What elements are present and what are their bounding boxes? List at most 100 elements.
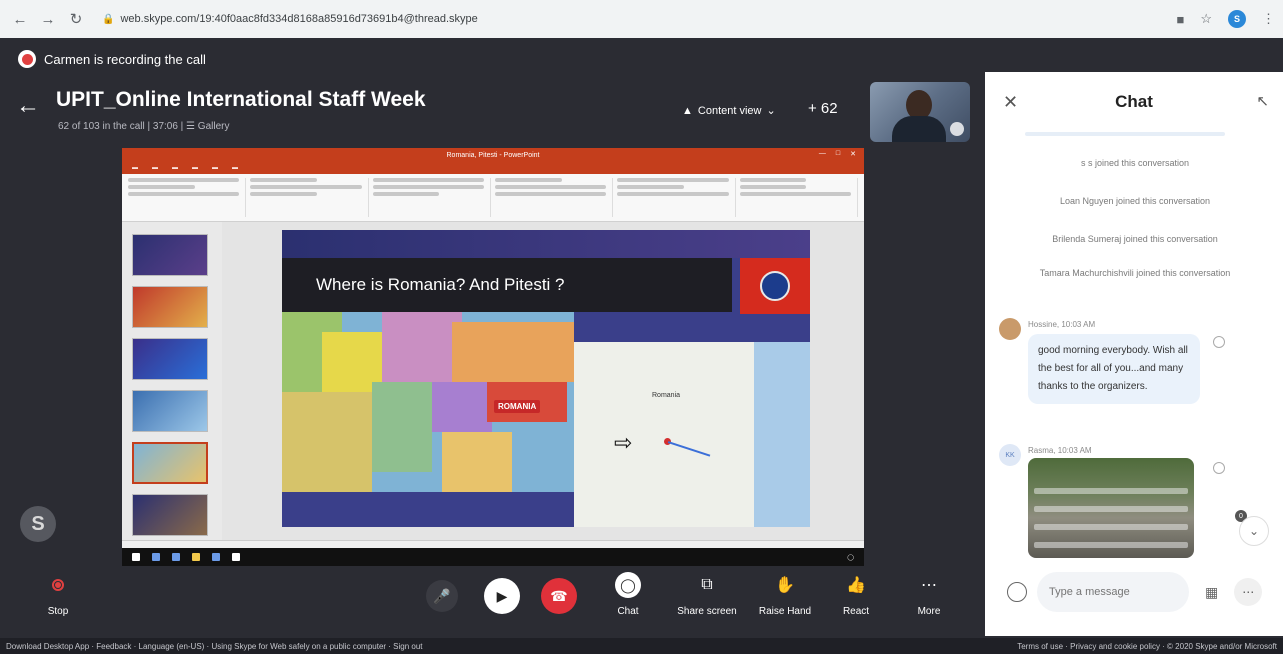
browser-menu-icon[interactable]: ⋮ bbox=[1262, 11, 1275, 27]
slide-thumbnail bbox=[132, 338, 208, 380]
windows-taskbar: ◯ bbox=[122, 548, 864, 566]
reload-icon[interactable]: ↻ bbox=[64, 7, 88, 31]
university-logo bbox=[740, 258, 810, 314]
slide-thumbnail bbox=[132, 286, 208, 328]
forward-icon[interactable]: → bbox=[36, 7, 60, 31]
video-camera-icon: ▶ bbox=[496, 587, 508, 604]
ppt-ribbon bbox=[122, 174, 864, 222]
emoji-icon[interactable] bbox=[1007, 582, 1027, 602]
thumbs-up-icon: 👍 bbox=[846, 577, 866, 594]
address-bar[interactable]: 🔒 web.skype.com/19:40f0aac8fd334d8168a85… bbox=[102, 13, 1176, 25]
window-controls: — □ ✕ bbox=[819, 150, 856, 158]
slide-thumbnail bbox=[132, 494, 208, 536]
message-input[interactable] bbox=[1037, 572, 1189, 612]
ribbon-tab: ▬ bbox=[232, 165, 238, 171]
slide-thumbnail-panel bbox=[122, 222, 222, 540]
call-title: UPIT_Online International Staff Week bbox=[56, 88, 426, 111]
add-reaction-icon[interactable] bbox=[1213, 336, 1225, 348]
taskbar-app-icon bbox=[152, 553, 160, 561]
taskbar-app-icon bbox=[232, 553, 240, 561]
ppt-titlebar: Romania, Pitesti - PowerPoint — □ ✕ bbox=[122, 148, 864, 162]
route-line bbox=[667, 435, 713, 457]
more-button[interactable]: ⋯ More bbox=[899, 570, 959, 617]
self-video-tile[interactable] bbox=[870, 82, 970, 142]
content-view-label: Content view bbox=[697, 104, 762, 117]
url-text[interactable]: web.skype.com/19:40f0aac8fd334d8168a8591… bbox=[120, 13, 477, 25]
skype-logo-icon: S bbox=[20, 506, 56, 542]
bookmark-star-icon[interactable]: ☆ bbox=[1200, 11, 1212, 27]
message-bubble[interactable]: good morning everybody. Wish all the bes… bbox=[1028, 334, 1200, 404]
message-sender: Hossine, 10:03 AM bbox=[1028, 320, 1096, 329]
ribbon-tab: ▬ bbox=[212, 165, 218, 171]
content-view-icon: ▲ bbox=[682, 104, 693, 117]
map-region bbox=[452, 322, 574, 382]
mute-microphone-button[interactable]: 🎤 bbox=[426, 580, 458, 612]
back-icon[interactable]: ← bbox=[8, 7, 32, 31]
close-window-icon: ✕ bbox=[850, 151, 856, 158]
raise-hand-button[interactable]: ✋ Raise Hand bbox=[755, 570, 815, 617]
taskbar-app-icon bbox=[212, 553, 220, 561]
footer-links-right[interactable]: Terms of use · Privacy and cookie policy… bbox=[1017, 642, 1277, 651]
system-message: Loan Nguyen joined this conversation bbox=[1059, 196, 1211, 206]
slide-canvas: Where is Romania? And Pitesti ? ROMANIA bbox=[222, 222, 864, 540]
expand-icon[interactable]: ↖ bbox=[1256, 92, 1269, 110]
ribbon-group bbox=[128, 178, 247, 217]
system-message: Tamara Machurchishvili joined this conve… bbox=[1039, 268, 1231, 278]
add-reaction-icon[interactable] bbox=[1213, 462, 1225, 474]
map-region bbox=[282, 392, 372, 492]
lock-icon: 🔒 bbox=[102, 13, 115, 25]
current-slide: Where is Romania? And Pitesti ? ROMANIA bbox=[282, 230, 810, 527]
chevron-down-icon: ⌄ bbox=[766, 105, 776, 117]
scroll-down-button[interactable]: ⌄ bbox=[1239, 516, 1269, 546]
content-view-button[interactable]: ▲ Content view ⌄ bbox=[682, 104, 776, 118]
media-gallery-icon[interactable]: ▦ bbox=[1205, 584, 1218, 601]
ribbon-tab: ▬ bbox=[152, 165, 158, 171]
footer-links-left[interactable]: Download Desktop App · Feedback · Langua… bbox=[6, 642, 423, 651]
camera-indicator-icon[interactable]: ■ bbox=[1176, 12, 1184, 27]
ribbon-group bbox=[372, 178, 491, 217]
react-label: React bbox=[842, 606, 870, 617]
slide-title: Where is Romania? And Pitesti ? bbox=[282, 258, 732, 312]
university-seal-icon bbox=[760, 271, 790, 301]
avatar[interactable]: KK bbox=[999, 444, 1021, 466]
chat-button[interactable]: ◯ Chat bbox=[598, 570, 658, 617]
ppt-status-bar bbox=[122, 540, 864, 548]
windows-start-icon bbox=[132, 553, 140, 561]
ppt-body: Where is Romania? And Pitesti ? ROMANIA bbox=[122, 222, 864, 540]
share-screen-icon: ⧉ bbox=[701, 576, 713, 593]
recording-icon bbox=[18, 50, 36, 68]
call-subtitle: 62 of 103 in the call | 37:06 | ☰ Galler… bbox=[58, 121, 230, 132]
shared-photo[interactable] bbox=[1028, 458, 1194, 558]
call-controls: Stop 🎤 ▶ ☎ ◯ Chat ⧉ Share screen ✋ Raise… bbox=[0, 570, 985, 636]
skype-extension-icon[interactable]: S bbox=[1228, 10, 1246, 28]
right-arrow-icon: ⇨ bbox=[614, 430, 633, 455]
recording-banner: Carmen is recording the call bbox=[0, 38, 985, 80]
ribbon-group bbox=[250, 178, 369, 217]
back-arrow-icon[interactable]: ← bbox=[16, 92, 40, 120]
stop-recording-button[interactable]: Stop bbox=[28, 570, 88, 617]
ribbon-tab: ▬ bbox=[132, 165, 138, 171]
more-options-icon[interactable]: ⋯ bbox=[1234, 578, 1263, 606]
slide-thumbnail-active bbox=[132, 442, 208, 484]
system-message: Brilenda Sumeraj joined this conversatio… bbox=[1052, 234, 1218, 244]
more-participants-button[interactable]: + 62 bbox=[808, 100, 838, 117]
share-screen-button[interactable]: ⧉ Share screen bbox=[677, 570, 737, 617]
chat-panel: ✕ Chat ↖ s s joined this conversation Lo… bbox=[985, 72, 1283, 636]
browser-toolbar: ← → ↻ 🔒 web.skype.com/19:40f0aac8fd334d8… bbox=[0, 0, 1283, 38]
toggle-video-button[interactable]: ▶ bbox=[484, 578, 520, 614]
chat-bubble-icon: ◯ bbox=[615, 572, 641, 598]
raise-hand-icon: ✋ bbox=[775, 577, 795, 594]
react-button[interactable]: 👍 React bbox=[826, 570, 886, 617]
recording-text: Carmen is recording the call bbox=[44, 51, 206, 67]
avatar[interactable] bbox=[999, 318, 1021, 340]
stop-label: Stop bbox=[47, 606, 69, 617]
taskbar-clock-icon: ◯ bbox=[847, 554, 854, 561]
ribbon-group bbox=[739, 178, 858, 217]
message-sender: Rasma, 10:03 AM bbox=[1028, 446, 1092, 455]
map-region bbox=[382, 312, 462, 382]
hang-up-icon: ☎ bbox=[550, 587, 568, 604]
map-region bbox=[372, 382, 432, 472]
chat-divider bbox=[1025, 132, 1225, 136]
end-call-button[interactable]: ☎ bbox=[541, 578, 577, 614]
ribbon-tab: ▬ bbox=[192, 165, 198, 171]
